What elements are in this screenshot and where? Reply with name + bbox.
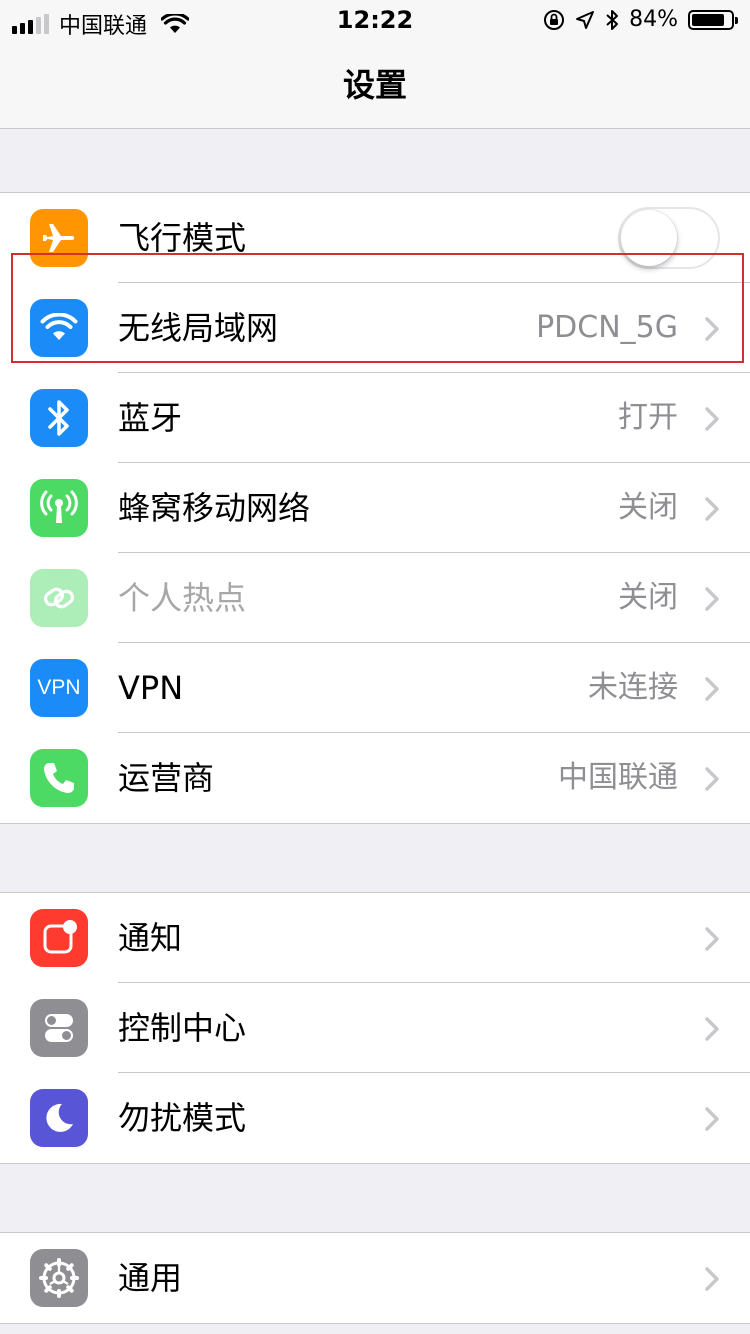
chevron-right-icon <box>705 677 719 701</box>
airplane-mode-toggle[interactable] <box>618 207 720 269</box>
phone-icon <box>30 749 88 807</box>
row-label: 飞行模式 <box>118 219 247 257</box>
row-label: 控制中心 <box>118 1009 247 1047</box>
row-control-center[interactable]: 控制中心 <box>0 983 750 1073</box>
row-value: PDCN_5G <box>536 310 678 345</box>
settings-group-system: 通知 控制中心 勿扰模式 <box>0 892 750 1164</box>
row-cellular[interactable]: 蜂窝移动网络 关闭 <box>0 463 750 553</box>
page-title: 设置 <box>342 66 407 104</box>
settings-group-connectivity: 飞行模式 无线局域网 PDCN_5G 蓝牙 打开 蜂窝移动网络 关闭 个人热点 <box>0 192 750 824</box>
row-label: 蜂窝移动网络 <box>118 489 311 527</box>
vpn-icon: VPN <box>30 659 88 717</box>
bluetooth-icon <box>606 9 619 30</box>
gear-icon <box>30 1249 88 1307</box>
vpn-icon-text: VPN <box>37 676 81 699</box>
airplane-icon <box>30 209 88 267</box>
row-label: 通知 <box>118 919 183 957</box>
row-value: 关闭 <box>618 580 678 615</box>
chevron-right-icon <box>705 927 719 951</box>
row-general[interactable]: 通用 <box>0 1233 750 1323</box>
chevron-right-icon <box>705 497 719 521</box>
row-label: 通用 <box>118 1259 183 1297</box>
row-airplane-mode[interactable]: 飞行模式 <box>0 193 750 283</box>
orientation-lock-icon <box>544 9 565 30</box>
row-value: 打开 <box>618 400 678 435</box>
hotspot-icon <box>30 569 88 627</box>
row-do-not-disturb[interactable]: 勿扰模式 <box>0 1073 750 1163</box>
location-icon <box>576 10 595 29</box>
row-label: 运营商 <box>118 759 215 797</box>
row-bluetooth[interactable]: 蓝牙 打开 <box>0 373 750 463</box>
row-carrier[interactable]: 运营商 中国联通 <box>0 733 750 823</box>
row-value: 关闭 <box>618 490 678 525</box>
settings-group-general: 通用 <box>0 1232 750 1324</box>
nav-bar: 设置 <box>0 40 750 129</box>
row-label: 勿扰模式 <box>118 1099 247 1137</box>
wifi-icon <box>30 299 88 357</box>
row-label: VPN <box>118 669 184 707</box>
status-bar: 中国联通 12:22 84% <box>0 0 750 40</box>
row-value: 未连接 <box>588 670 678 705</box>
row-vpn[interactable]: VPN VPN 未连接 <box>0 643 750 733</box>
chevron-right-icon <box>705 407 719 431</box>
bluetooth-icon <box>30 389 88 447</box>
row-label: 个人热点 <box>118 579 247 617</box>
chevron-right-icon <box>705 317 719 341</box>
row-label: 无线局域网 <box>118 309 279 347</box>
battery-percent: 84% <box>629 7 678 32</box>
chevron-right-icon <box>705 1107 719 1131</box>
status-right: 84% <box>543 7 738 32</box>
notifications-icon <box>30 909 88 967</box>
battery-icon <box>688 9 738 30</box>
chevron-right-icon <box>705 767 719 791</box>
control-center-icon <box>30 999 88 1057</box>
cellular-icon <box>30 479 88 537</box>
row-notifications[interactable]: 通知 <box>0 893 750 983</box>
row-personal-hotspot[interactable]: 个人热点 关闭 <box>0 553 750 643</box>
moon-icon <box>30 1089 88 1147</box>
row-wlan[interactable]: 无线局域网 PDCN_5G <box>0 283 750 373</box>
chevron-right-icon <box>705 1017 719 1041</box>
chevron-right-icon <box>705 1267 719 1291</box>
row-label: 蓝牙 <box>118 399 183 437</box>
chevron-right-icon <box>705 587 719 611</box>
row-value: 中国联通 <box>558 760 678 795</box>
